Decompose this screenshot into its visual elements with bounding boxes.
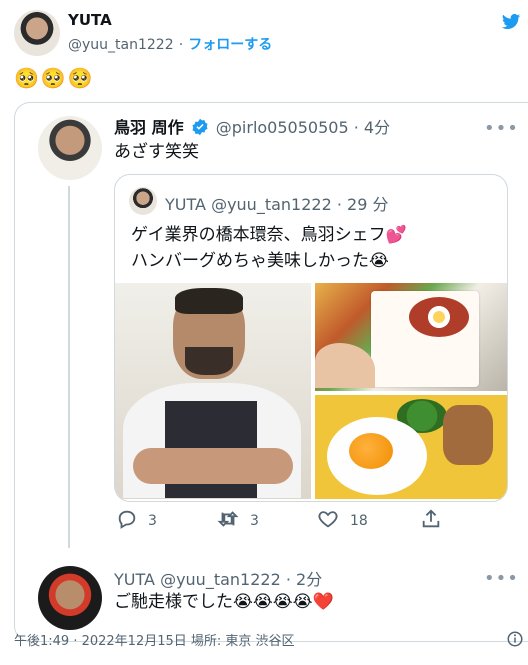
bottom-reply-header: YUTA @yuu_tan1222 · 2分	[114, 566, 322, 590]
verified-badge-icon	[191, 118, 209, 140]
author-handle[interactable]: @yuu_tan1222	[68, 37, 174, 53]
twitter-bird-icon[interactable]	[500, 12, 522, 32]
separator: ·	[285, 570, 291, 589]
retweet-icon	[216, 508, 240, 534]
tweet-timestamp[interactable]: 午後1:49 · 2022年12月15日 場所: 東京 渋谷区	[14, 630, 295, 649]
author-avatar[interactable]	[14, 10, 60, 56]
bottom-reply-author-name[interactable]: YUTA	[114, 570, 155, 589]
like-count: 18	[350, 513, 368, 529]
reply-author-handle[interactable]: @pirlo05050505	[216, 118, 349, 137]
inner-header: YUTA @yuu_tan1222 · 29 分	[165, 191, 388, 215]
reply-action[interactable]: 3	[116, 508, 157, 534]
share-icon[interactable]	[420, 508, 442, 534]
more-dots-icon[interactable]: •••	[484, 118, 519, 139]
inner-author-handle[interactable]: @yuu_tan1222	[211, 195, 332, 214]
reply-icon	[116, 508, 138, 534]
inner-quote-card[interactable]: YUTA @yuu_tan1222 · 29 分 ゲイ業界の橋本環奈、鳥羽シェフ…	[114, 174, 508, 502]
like-action[interactable]: 18	[316, 508, 368, 534]
retweet-action[interactable]: 3	[216, 508, 259, 534]
retweet-count: 3	[250, 513, 259, 529]
reply-count: 3	[148, 513, 157, 529]
separator: ·	[178, 37, 184, 53]
photo-chef[interactable]	[115, 283, 311, 499]
separator: ·	[353, 118, 359, 137]
reply-time[interactable]: 4分	[364, 118, 390, 137]
bottom-reply-text: ご馳走様でした😭😭😭😭❤️	[114, 592, 334, 612]
inner-text-line-1: ゲイ業界の橋本環奈、鳥羽シェフ💕	[131, 225, 407, 245]
inner-text-line-2: ハンバーグめちゃ美味しかった😭	[131, 251, 389, 271]
info-icon[interactable]	[506, 630, 524, 652]
watermark: zichan.com	[104, 616, 174, 629]
bottom-reply-time[interactable]: 2分	[296, 570, 322, 589]
inner-time[interactable]: 29 分	[347, 195, 388, 214]
inner-author-name[interactable]: YUTA	[165, 195, 206, 214]
bottom-reply-handle[interactable]: @yuu_tan1222	[160, 570, 281, 589]
inner-author-avatar[interactable]	[129, 187, 157, 215]
photo-menu-card[interactable]	[315, 283, 507, 391]
reply-author-name[interactable]: 鳥羽 周作	[114, 118, 184, 137]
bottom-reply-avatar[interactable]	[38, 566, 102, 630]
heart-icon	[316, 508, 340, 534]
author-name[interactable]: YUTA	[68, 11, 112, 29]
separator: ·	[336, 195, 342, 214]
follow-button[interactable]: フォローする	[188, 37, 272, 53]
reply-text: あざす笑笑	[114, 142, 199, 162]
tweet-text: 🥺🥺🥺	[14, 66, 95, 90]
more-dots-icon[interactable]: •••	[484, 568, 519, 589]
author-meta: @yuu_tan1222 · フォローする	[68, 34, 272, 54]
reply-header: 鳥羽 周作 @pirlo05050505 · 4分	[114, 114, 390, 140]
reply-author-avatar[interactable]	[38, 116, 102, 180]
thread-line	[68, 186, 70, 548]
photo-hamburg[interactable]	[315, 395, 507, 499]
